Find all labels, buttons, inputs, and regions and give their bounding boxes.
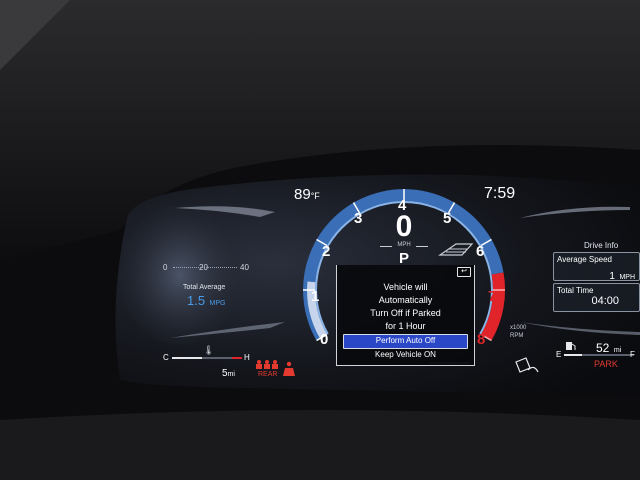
- park-indicator: PARK: [594, 359, 618, 369]
- fuel-range-value: 52: [596, 341, 610, 355]
- fuel-range-unit: mi: [613, 347, 622, 354]
- fuel-full-label: F: [630, 350, 635, 359]
- fuel-range-readout: 52 mi: [596, 339, 621, 357]
- fuel-pump-icon: [566, 342, 576, 350]
